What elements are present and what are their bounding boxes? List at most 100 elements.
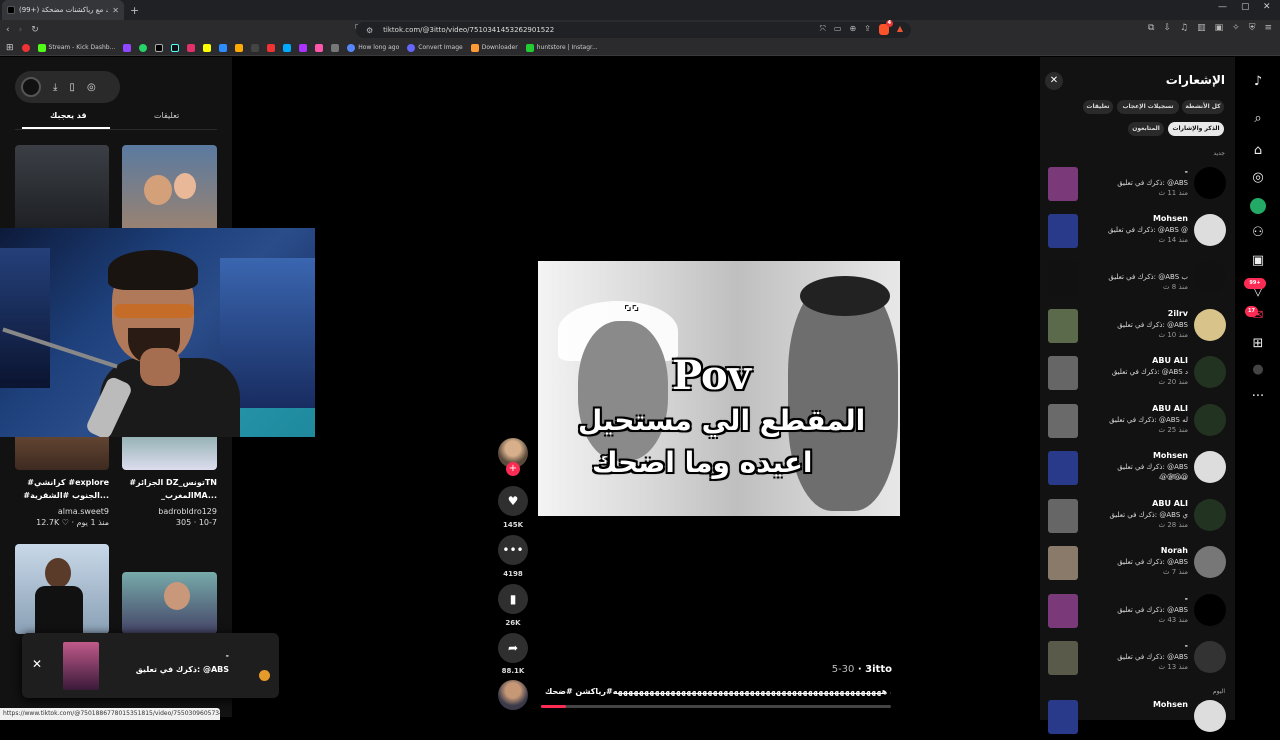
notification-video-thumbnail[interactable]	[1048, 167, 1078, 201]
notification-video-thumbnail[interactable]	[1048, 700, 1078, 734]
search-icon[interactable]: ⌕	[1250, 111, 1266, 127]
cast-icon[interactable]: ▭	[834, 24, 842, 35]
notification-avatar[interactable]	[1194, 700, 1226, 732]
reload-icon[interactable]: ↻	[31, 25, 39, 35]
bookmark-icon-e[interactable]	[283, 43, 292, 52]
address-bar[interactable]: ⚙ tiktok.com/@3itto/video/75103414532629…	[356, 20, 911, 38]
live-tv-icon[interactable]: ▣	[1250, 253, 1266, 269]
bookmark-icon-c[interactable]	[251, 43, 260, 52]
video-thumbnail[interactable]	[122, 145, 217, 233]
chip-mentions[interactable]: الذكر والإشارات	[1168, 122, 1224, 136]
chip-all-activity[interactable]: كل الأنشطة	[1182, 100, 1224, 114]
notification-item[interactable]: 2ilrv ذكرك في تعليق: @ABS منذ 10 ث	[1048, 309, 1228, 349]
sidebar-icon[interactable]: ▥	[1197, 23, 1206, 33]
notification-video-thumbnail[interactable]	[1048, 356, 1078, 390]
bookmark-kick[interactable]: Stream - Kick Dashb...	[37, 43, 115, 52]
download-icon[interactable]: ⤓	[53, 82, 57, 93]
bookmark-icon-d[interactable]	[267, 43, 276, 52]
twitch-icon[interactable]	[123, 43, 132, 52]
translate-icon[interactable]: ⤧	[819, 24, 825, 35]
instagram-icon[interactable]	[187, 43, 196, 52]
browser-tab[interactable]: (99+) اضحك مع رياكشنات مضحكة ✕	[2, 0, 124, 20]
tiktok-icon[interactable]	[171, 43, 180, 52]
window-close-icon[interactable]: ✕	[1263, 2, 1271, 12]
vpn-icon[interactable]: ⛨	[1249, 23, 1256, 33]
notification-avatar[interactable]	[1194, 546, 1226, 578]
brave-rewards-icon[interactable]: ▲	[897, 24, 903, 35]
notification-video-thumbnail[interactable]	[1048, 451, 1078, 485]
video-description[interactable]: هههههههههههههههههههههههههههههههههههههههه…	[545, 687, 891, 696]
notification-avatar[interactable]	[1194, 594, 1226, 626]
bookmark-convert-image[interactable]: Convert Image	[407, 43, 463, 52]
notification-item[interactable]: - ذكرك في تعليق: @ABS منذ 11 ث	[1048, 167, 1228, 207]
music-icon[interactable]: ♫	[1180, 23, 1188, 33]
notification-item[interactable]: ABU ALI ذكرك في تعليق: @ABS له منذ 25 ث	[1048, 404, 1228, 444]
tab-comments[interactable]: تعليقات	[154, 111, 179, 120]
extensions-icon[interactable]: ⧉	[1148, 23, 1154, 33]
bookmark-how-long-ago[interactable]: How long ago	[347, 43, 399, 52]
close-tab-icon[interactable]: ✕	[112, 6, 119, 15]
live-avatar-icon[interactable]	[1250, 198, 1266, 214]
wallet-icon[interactable]: ▣	[1215, 23, 1224, 33]
snapchat-icon[interactable]	[203, 43, 212, 52]
chip-followers[interactable]: المتابعون	[1128, 122, 1164, 136]
bookmark-huntstore[interactable]: huntstore | Instagr...	[525, 43, 598, 52]
more-icon[interactable]: ···	[1250, 389, 1266, 405]
notification-video-thumbnail[interactable]	[1048, 499, 1078, 533]
notification-item[interactable]: Norah ذكرك في تعليق: @ABS منذ 7 ث	[1048, 546, 1228, 586]
whatsapp-icon[interactable]	[139, 43, 148, 52]
share-button[interactable]: ➦	[498, 633, 528, 663]
notification-avatar[interactable]	[1194, 404, 1226, 436]
forward-icon[interactable]: ›	[19, 25, 23, 35]
video-thumbnail[interactable]	[15, 544, 109, 634]
apps-icon[interactable]: ⊞	[6, 43, 14, 53]
notification-avatar[interactable]	[1194, 309, 1226, 341]
notification-item[interactable]: ABU ALI ذكرك في تعليق: @ABS د منذ 20 ث	[1048, 356, 1228, 396]
notification-avatar[interactable]	[1194, 356, 1226, 388]
maximize-icon[interactable]: ▢	[1241, 2, 1250, 12]
zoom-icon[interactable]: ⊕	[849, 24, 856, 35]
menu-icon[interactable]: ≡	[1264, 23, 1272, 33]
youtube-icon[interactable]	[21, 43, 30, 52]
notification-video-thumbnail[interactable]	[1048, 546, 1078, 580]
video-caption[interactable]: #الجزائر DZ_تونسTN _المغربMA...	[122, 476, 217, 502]
notification-video-thumbnail[interactable]	[1048, 309, 1078, 343]
close-notifications-icon[interactable]: ✕	[1045, 72, 1063, 90]
new-tab-icon[interactable]: +	[130, 4, 139, 17]
bookmark-downloader[interactable]: Downloader	[470, 43, 518, 52]
minimize-icon[interactable]: —	[1218, 2, 1227, 12]
notification-avatar[interactable]	[1194, 167, 1226, 199]
phone-icon[interactable]: ▯	[69, 82, 75, 93]
bookmark-icon-a[interactable]	[219, 43, 228, 52]
x-icon[interactable]	[155, 43, 164, 52]
chip-comments[interactable]: تعليقات	[1083, 100, 1113, 114]
like-button[interactable]: ♥	[498, 486, 528, 516]
notification-avatar[interactable]	[1194, 499, 1226, 531]
explore-icon[interactable]: ◎	[1250, 170, 1266, 186]
music-disc-avatar[interactable]	[498, 680, 528, 710]
following-icon[interactable]: ⚇	[1250, 225, 1266, 241]
toast-close-icon[interactable]: ✕	[32, 657, 42, 671]
upload-icon[interactable]: ⊞	[1250, 336, 1266, 352]
notification-item[interactable]: Mohsen	[1048, 700, 1228, 740]
share-icon[interactable]: ⇪	[864, 24, 871, 35]
notification-item[interactable]: ذكرك في تعليق: @ABS ب منذ 8 ث	[1048, 261, 1228, 301]
notification-video-thumbnail[interactable]	[1048, 641, 1078, 675]
back-icon[interactable]: ‹	[6, 25, 10, 35]
bookmark-icon-f[interactable]	[299, 43, 308, 52]
tab-you-may-like[interactable]: قد يعجبك	[50, 111, 87, 120]
notification-item[interactable]: Mohsen ذكرك في تعليق: @ABS @ منذ 14 ث	[1048, 214, 1228, 254]
notification-video-thumbnail[interactable]	[1048, 261, 1078, 295]
tiktok-logo-icon[interactable]: ♪	[1250, 74, 1266, 90]
bookmark-icon-g[interactable]	[315, 43, 324, 52]
notification-toast[interactable]: ✕ - ذكرك في تعليق: @ABS	[22, 633, 279, 698]
home-icon[interactable]: ⌂	[1250, 143, 1266, 159]
notification-avatar[interactable]	[1194, 451, 1226, 483]
notification-item[interactable]: - ذكرك في تعليق: @ABS منذ 13 ث	[1048, 641, 1228, 681]
leo-icon[interactable]: ✧	[1232, 23, 1240, 33]
video-username[interactable]: alma.sweet9	[15, 507, 109, 516]
chip-likes[interactable]: تسجيلات الإعجاب	[1117, 100, 1179, 114]
creator-avatar[interactable]	[21, 77, 41, 97]
notification-item[interactable]: ABU ALI ذكرك في تعليق: @ABS ي منذ 28 ث	[1048, 499, 1228, 539]
save-button[interactable]: ▮	[498, 584, 528, 614]
